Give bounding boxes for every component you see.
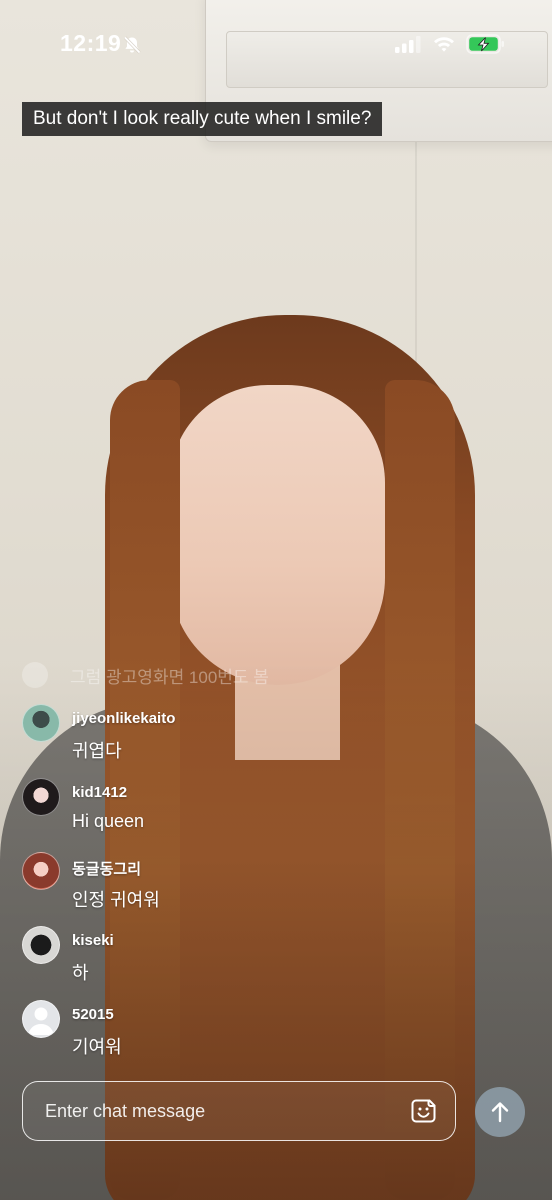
user-avatar[interactable] [22,852,60,890]
chat-message-input[interactable] [43,1082,407,1141]
chat-text: 기여워 [72,1037,122,1057]
default-person-icon [28,1007,54,1035]
chat-message: 52015 기여워 [22,1000,382,1074]
wifi-icon [434,37,454,52]
chat-username[interactable]: 동글동그리 [72,858,141,879]
chat-text: 귀엽다 [72,741,122,761]
send-button[interactable] [475,1087,525,1137]
user-avatar[interactable] [22,926,60,964]
user-avatar[interactable] [22,704,60,742]
chat-text: 하 [72,963,89,983]
battery-charging-icon [466,34,504,54]
mute-bell-icon [123,36,141,54]
user-avatar[interactable] [22,1000,60,1038]
sticker-icon[interactable] [411,1098,437,1124]
faded-chat-message: 그럼 광고영화면 100번도 봄 [22,660,269,690]
chat-text: 인정 귀여워 [72,890,160,910]
chat-message: kid1412 Hi queen [22,778,382,852]
status-bar: 12:19 [0,0,552,90]
chat-username[interactable]: 52015 [72,1006,114,1023]
chat-username[interactable]: kiseki [72,932,114,949]
subtitle-caption: But don't I look really cute when I smil… [22,102,383,136]
chat-text: Hi queen [72,811,145,831]
chat-message: 동글동그리 인정 귀여워 [22,852,382,926]
chat-username[interactable]: kid1412 [72,784,127,801]
faded-avatar [22,662,48,688]
chat-message: kiseki 하 [22,926,382,1000]
chat-message: jiyeonlikekaito 귀엽다 [22,704,382,778]
arrow-up-icon [491,1102,509,1123]
chat-input-bar [22,1081,456,1141]
chat-list: jiyeonlikekaito 귀엽다 kid1412 Hi queen 동글동… [22,704,382,1074]
faded-chat-text: 그럼 광고영화면 100번도 봄 [70,667,269,687]
status-time: 12:19 [60,30,122,56]
chat-username[interactable]: jiyeonlikekaito [72,710,175,727]
cellular-signal-icon [395,36,421,53]
user-avatar[interactable] [22,778,60,816]
